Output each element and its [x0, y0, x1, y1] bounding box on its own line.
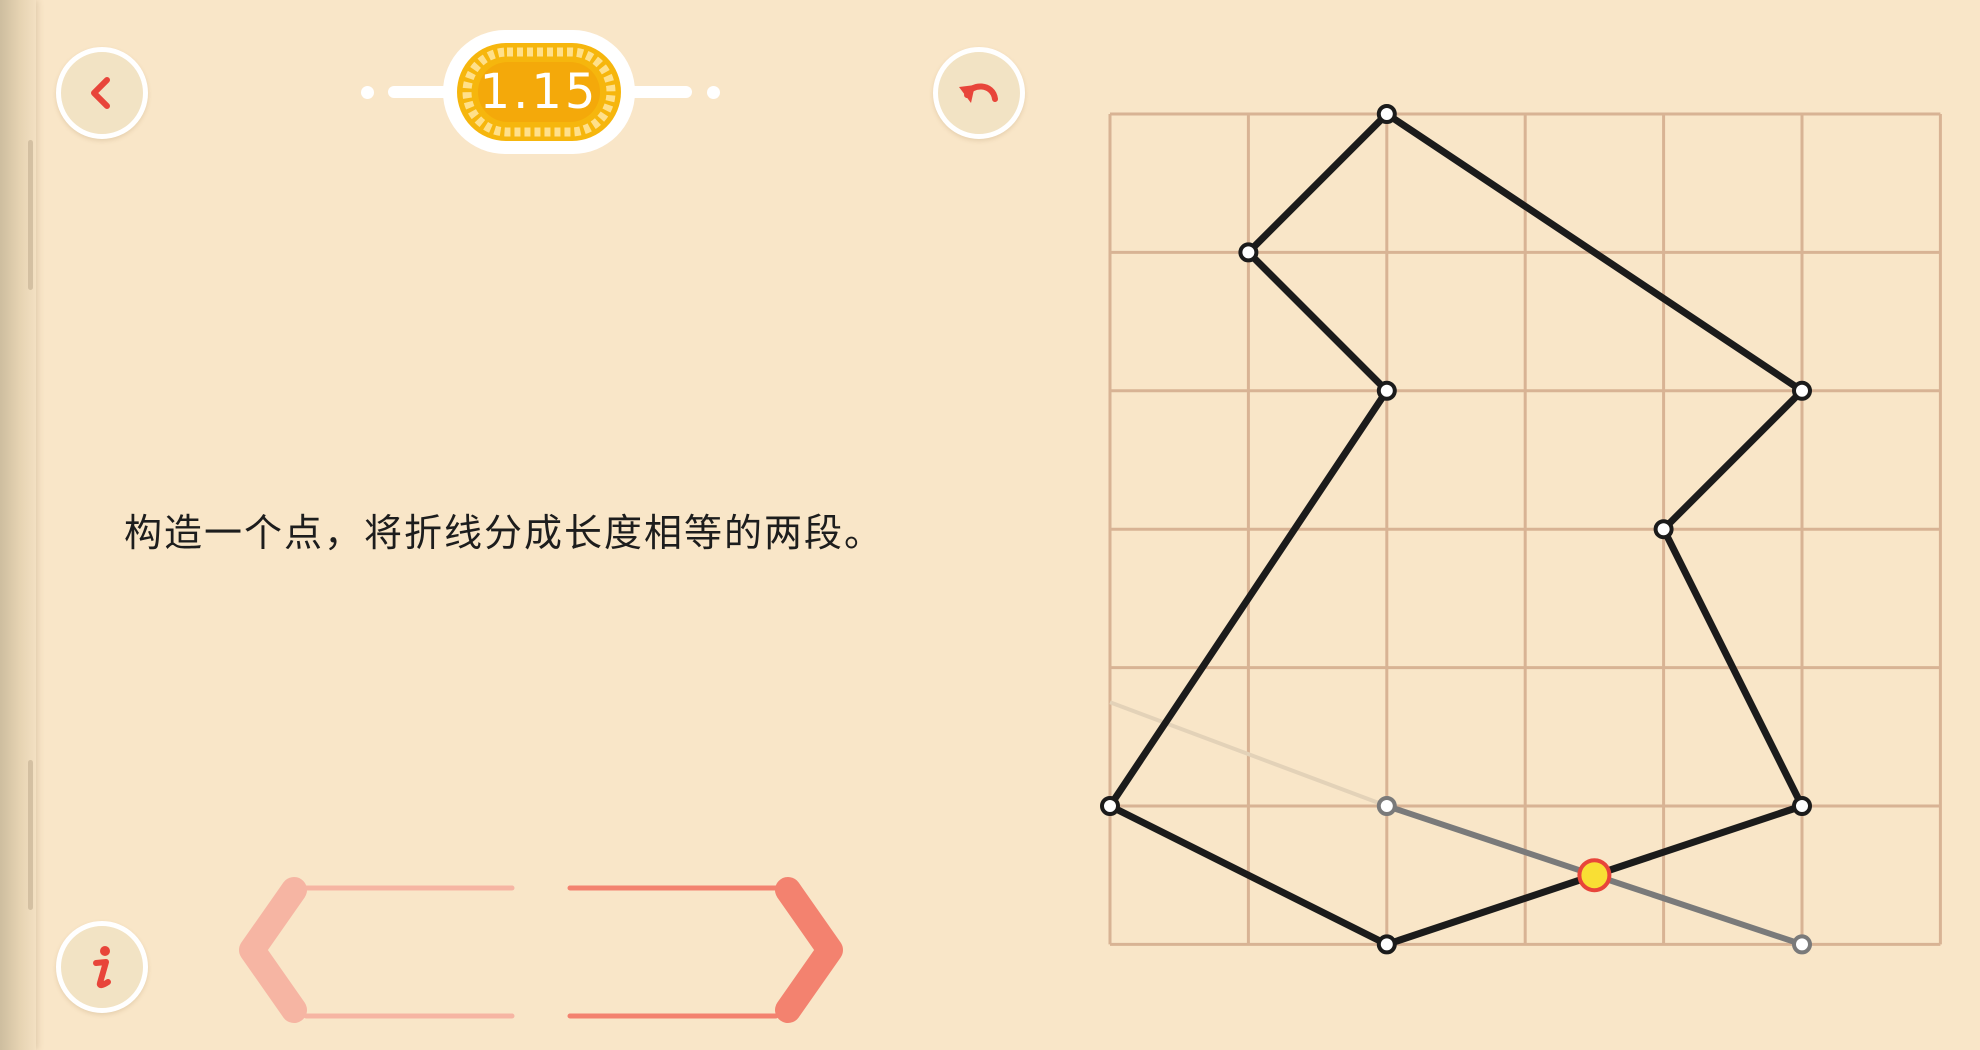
level-badge-inner: 1.15 [457, 43, 621, 141]
geometry-board[interactable] [1090, 92, 1970, 972]
level-progress-dot [707, 86, 720, 99]
chevron-left-icon [91, 77, 110, 109]
polyline-vertex[interactable] [1100, 796, 1120, 816]
spine-mark [28, 760, 33, 910]
polyline-vertex[interactable] [1376, 380, 1397, 401]
instruction-text: 构造一个点，将折线分成长度相等的两段。 [124, 511, 885, 555]
construction-endpoint[interactable] [1792, 934, 1812, 955]
polyline-vertex[interactable] [1238, 242, 1259, 263]
back-button[interactable] [56, 47, 148, 139]
constructed-point[interactable] [1577, 858, 1612, 893]
book-spine [0, 0, 36, 1050]
undo-button[interactable] [933, 47, 1025, 139]
level-number: 1.15 [479, 64, 599, 120]
spine-mark [28, 140, 33, 290]
grid [1108, 112, 1942, 946]
polyline-vertex[interactable] [1792, 380, 1812, 401]
previous-level-button[interactable] [230, 870, 520, 1030]
polyline-vertex[interactable] [1376, 104, 1397, 124]
construction-layer [1109, 700, 1805, 948]
chevron-right-icon [775, 877, 843, 1023]
chevron-left-icon [239, 877, 307, 1023]
next-level-button[interactable] [562, 870, 852, 1030]
info-icon [93, 946, 111, 989]
polyline-vertex[interactable] [1792, 796, 1812, 816]
undo-icon [959, 83, 998, 103]
construction-endpoint[interactable] [1376, 796, 1397, 816]
level-badge: 1.15 [443, 30, 635, 154]
polyline-vertex[interactable] [1653, 519, 1674, 540]
info-button[interactable] [56, 921, 148, 1013]
polyline-vertex[interactable] [1376, 934, 1397, 955]
level-progress-dot [361, 86, 374, 99]
